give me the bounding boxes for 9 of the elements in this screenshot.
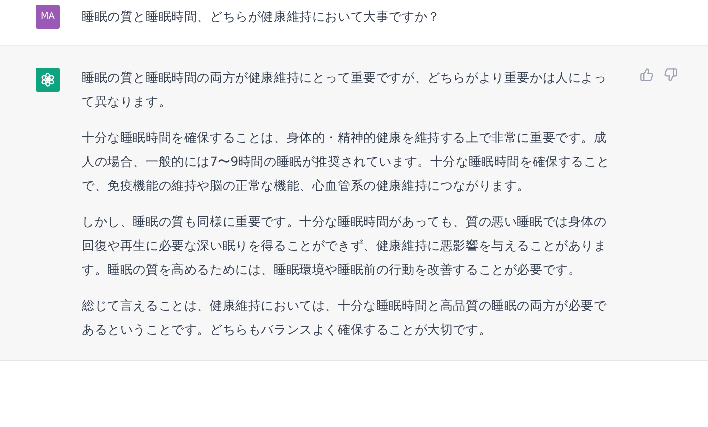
knot-logo-icon [40,72,56,88]
user-avatar: MA [36,5,60,29]
thumbs-up-button[interactable] [640,68,654,82]
user-message: 睡眠の質と睡眠時間、どちらが健康維持において大事ですか？ [82,8,442,26]
response-paragraph: 総じて言えることは、健康維持においては、十分な睡眠時間と高品質の睡眠の両方が必要であるということです。どちらもバランスよく確保することが大切です。 [82,297,608,339]
thumbs-down-button[interactable] [664,68,678,82]
response-paragraph: 睡眠の質と睡眠時間の両方が健康維持にとって重要ですが、どちらがより重要かは人によって異なります。 [82,69,608,111]
response-paragraph: しかし、睡眠の質も同様に重要です。十分な睡眠時間があっても、質の悪い睡眠では身体の回復や再生に必要な深い眠りを得ることができず、健康維持に悪影響を与えることがあります。睡眠の質を高めるためには、睡眠環境や睡眠前の行動を改善することが必要です。 [82,213,608,279]
response-paragraph: 十分な睡眠時間を確保することは、身体的・精神的健康を維持する上で非常に重要です。成人の場合、一般的には7〜9時間の睡眠が推奨されています。十分な睡眠時間を確保することで、免疫機能の維持や脳の正常な機能、心血管系の健康維持につながります。 [82,129,611,195]
